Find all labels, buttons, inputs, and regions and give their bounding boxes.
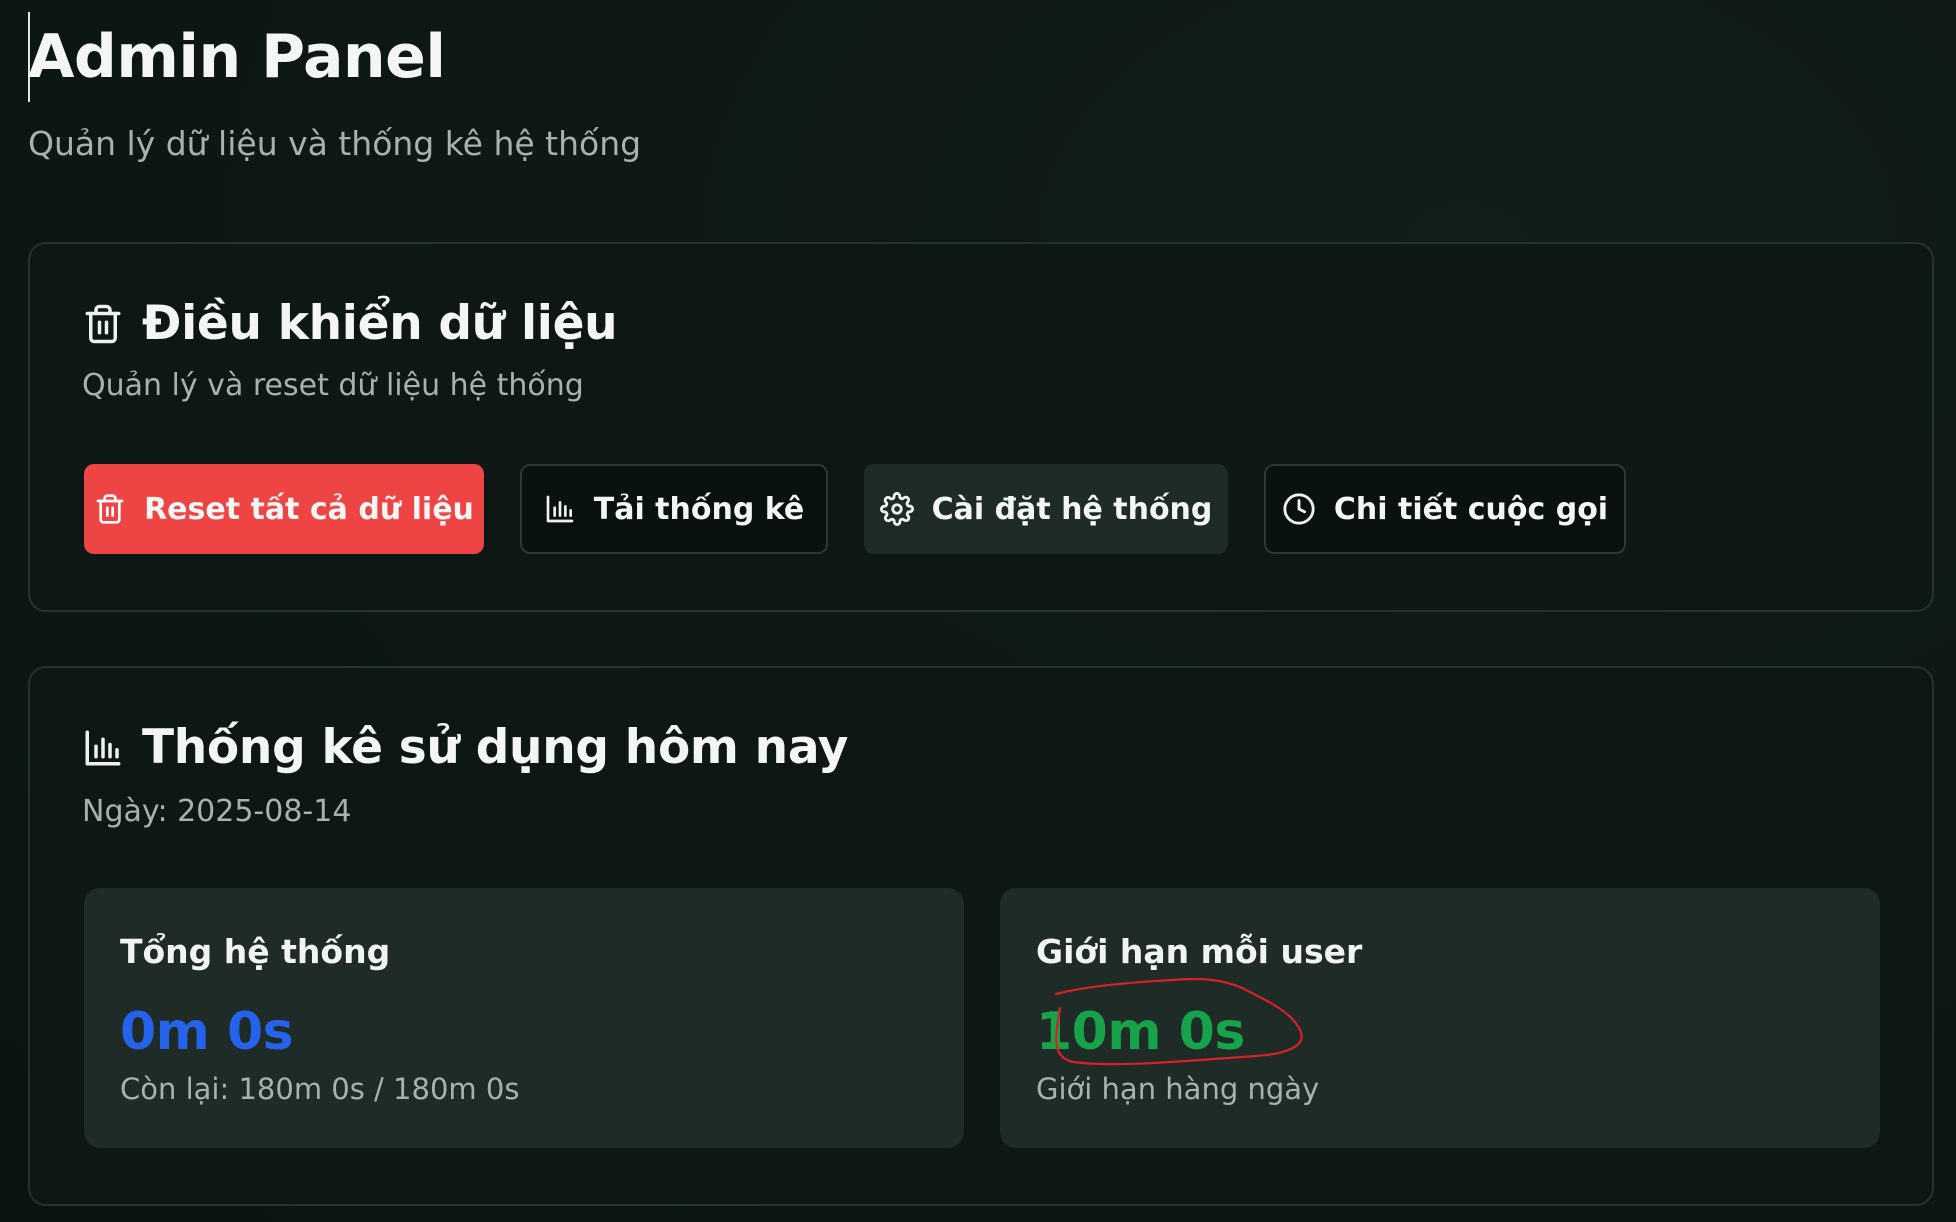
page-title: Admin Panel (28, 22, 446, 92)
bar-chart-icon (82, 727, 124, 769)
per-user-limit-stat: Giới hạn mỗi user 10m 0s Giới hạn hàng n… (1000, 888, 1880, 1148)
reset-all-data-label: Reset tất cả dữ liệu (144, 491, 474, 527)
download-stats-button[interactable]: Tải thống kê (520, 464, 828, 554)
usage-stats-heading: Thống kê sử dụng hôm nay (82, 720, 848, 775)
per-user-limit-note: Giới hạn hàng ngày (1036, 1072, 1320, 1106)
usage-stats-title: Thống kê sử dụng hôm nay (142, 720, 849, 775)
system-total-value: 0m 0s (120, 1002, 294, 1062)
data-control-description: Quản lý và reset dữ liệu hệ thống (82, 368, 584, 403)
gear-icon (879, 492, 914, 526)
reset-all-data-button[interactable]: Reset tất cả dữ liệu (84, 464, 484, 554)
system-total-remaining: Còn lại: 180m 0s / 180m 0s (120, 1072, 520, 1106)
call-details-button[interactable]: Chi tiết cuộc gọi (1264, 464, 1626, 554)
usage-stats-date: Ngày: 2025-08-14 (82, 794, 352, 829)
system-total-stat: Tổng hệ thống 0m 0s Còn lại: 180m 0s / 1… (84, 888, 964, 1148)
trash-icon (94, 492, 126, 526)
page-subtitle: Quản lý dữ liệu và thống kê hệ thống (28, 124, 642, 163)
per-user-limit-label: Giới hạn mỗi user (1036, 932, 1363, 971)
data-control-title: Điều khiển dữ liệu (142, 296, 618, 351)
trash-icon (82, 302, 124, 346)
system-total-label: Tổng hệ thống (120, 932, 391, 971)
per-user-limit-value: 10m 0s (1036, 1002, 1245, 1062)
download-stats-label: Tải thống kê (593, 491, 805, 527)
bar-chart-icon (544, 493, 576, 525)
system-settings-label: Cài đặt hệ thống (931, 491, 1213, 527)
clock-icon (1282, 492, 1316, 526)
system-settings-button[interactable]: Cài đặt hệ thống (864, 464, 1228, 554)
data-control-heading: Điều khiển dữ liệu (82, 296, 618, 351)
call-details-label: Chi tiết cuộc gọi (1333, 491, 1609, 527)
